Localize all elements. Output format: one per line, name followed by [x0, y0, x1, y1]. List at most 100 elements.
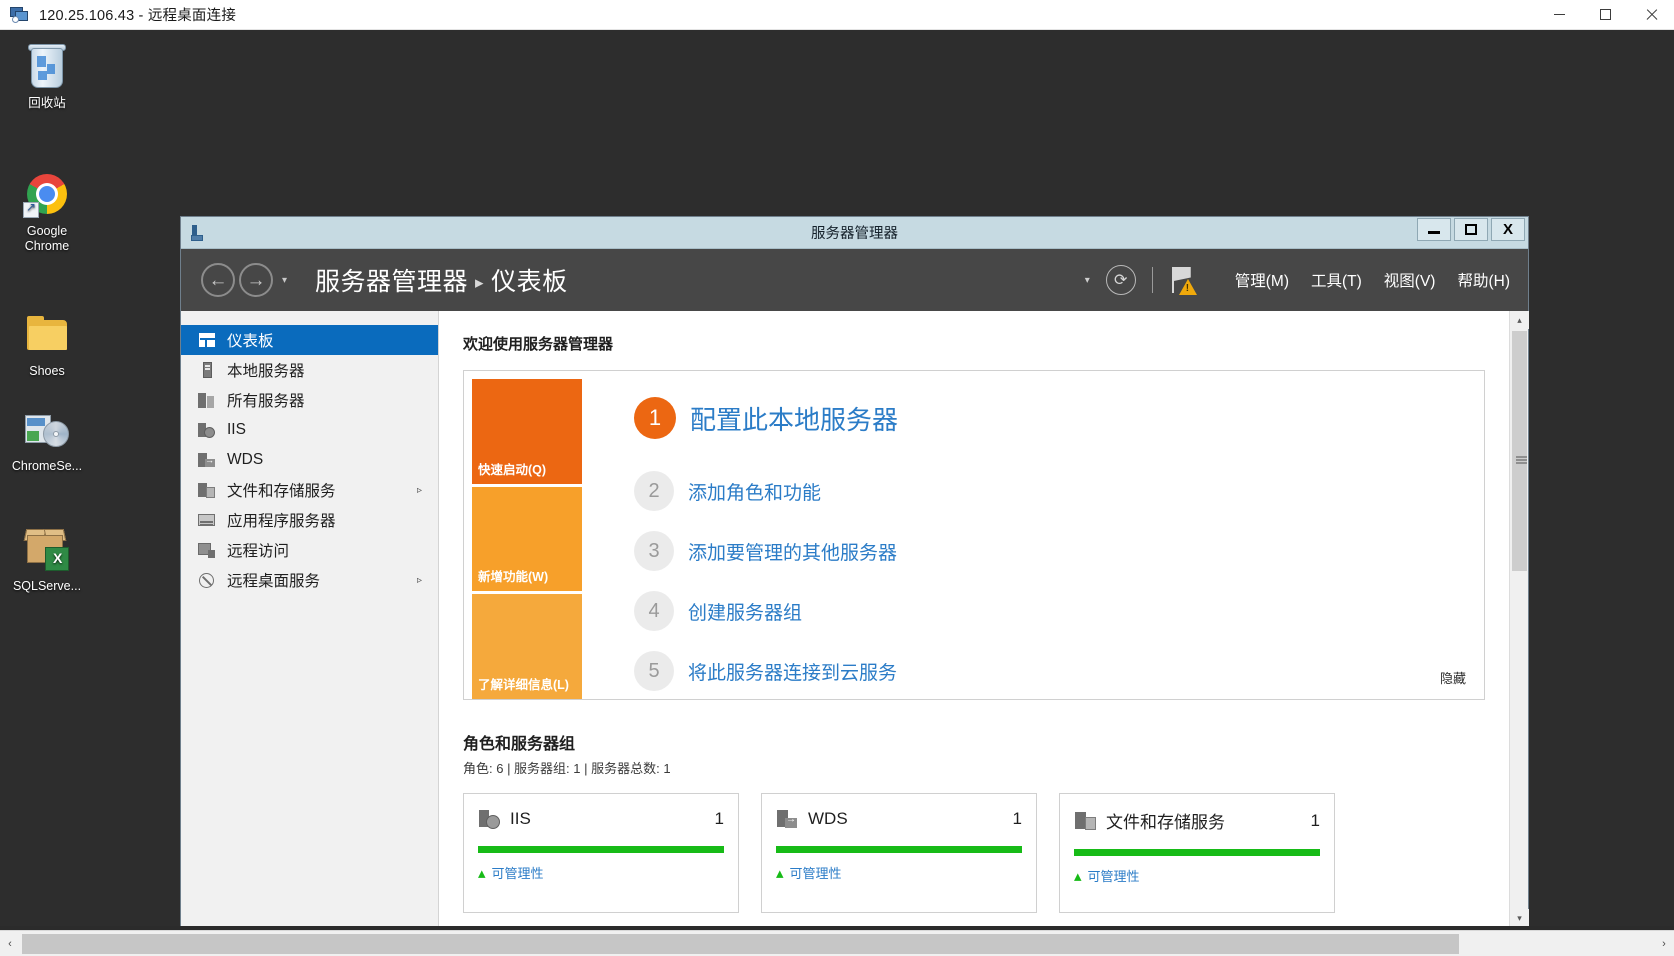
sidebar-item-label: 本地服务器	[227, 363, 305, 380]
role-status-bar	[1074, 849, 1320, 856]
role-tile-header: WDS 1	[776, 808, 1022, 830]
sidebar-item-dashboard[interactable]: 仪表板	[181, 325, 438, 355]
role-status-row[interactable]: ▴ 可管理性	[1074, 866, 1320, 885]
notifications-flag-button[interactable]	[1169, 265, 1197, 295]
step-label[interactable]: 将此服务器连接到云服务	[688, 658, 897, 685]
step-number: 4	[634, 591, 674, 631]
server-manager-title: 服务器管理器	[811, 226, 898, 242]
scroll-down-button[interactable]: ▾	[1510, 909, 1529, 926]
iis-icon	[478, 808, 502, 830]
chevron-down-icon[interactable]: ▾	[282, 275, 287, 286]
breadcrumb-root[interactable]: 服务器管理器	[315, 268, 468, 296]
role-tile-name: 文件和存储服务	[1106, 813, 1225, 832]
remote-access-icon	[197, 541, 217, 559]
scrollbar-thumb[interactable]	[1512, 331, 1527, 571]
desktop-icon-label: 回收站	[28, 96, 66, 110]
scrollbar-track[interactable]	[20, 930, 1654, 956]
vertical-scrollbar[interactable]: ▴ ▾	[1509, 311, 1529, 926]
sidebar-item-iis[interactable]: IIS	[181, 415, 438, 445]
chevron-down-icon[interactable]: ▾	[1085, 275, 1090, 286]
desktop-icon-chrome-setup[interactable]: ChromeSe...	[4, 405, 90, 474]
chevron-up-icon: ▴	[776, 864, 784, 882]
sidebar-item-remote-access[interactable]: 远程访问	[181, 535, 438, 565]
step-add-other-servers[interactable]: 3 添加要管理的其他服务器	[634, 531, 1484, 571]
step-create-server-group[interactable]: 4 创建服务器组	[634, 591, 1484, 631]
recycle-bin-icon	[23, 42, 71, 90]
menu-tools[interactable]: 工具(T)	[1311, 269, 1362, 291]
scroll-left-button[interactable]: ‹	[0, 931, 20, 956]
forward-button[interactable]: →	[239, 263, 273, 297]
back-button[interactable]: ←	[201, 263, 235, 297]
sqlserver-package-icon	[23, 525, 71, 573]
sidebar-item-all-servers[interactable]: 所有服务器	[181, 385, 438, 415]
maximize-icon	[1599, 9, 1611, 20]
chevron-right-icon[interactable]: ▹	[417, 485, 422, 496]
minimize-icon	[1553, 14, 1565, 15]
rdp-minimize-button[interactable]	[1536, 0, 1582, 30]
app-server-icon	[197, 511, 217, 529]
role-status-row[interactable]: ▴ 可管理性	[478, 863, 724, 882]
role-tile-iis[interactable]: IIS 1 ▴ 可管理性	[463, 793, 739, 913]
desktop-icon-shoes-folder[interactable]: Shoes	[4, 310, 90, 379]
whats-new-block[interactable]: 新增功能(W)	[472, 486, 582, 592]
scrollbar-thumb[interactable]	[22, 933, 1459, 954]
all-servers-icon	[197, 391, 217, 409]
scroll-right-button[interactable]: ›	[1654, 931, 1674, 956]
step-label[interactable]: 添加角色和功能	[688, 478, 821, 505]
breadcrumb-current: 仪表板	[491, 268, 568, 296]
sidebar-item-application-server[interactable]: 应用程序服务器	[181, 505, 438, 535]
chevron-right-icon[interactable]: ▹	[417, 575, 422, 586]
remote-desktop-window: 120.25.106.43 - 远程桌面连接 回收站 Google Chrome	[0, 0, 1674, 956]
step-configure-local-server[interactable]: 1 配置此本地服务器	[634, 397, 1484, 439]
menu-manage[interactable]: 管理(M)	[1235, 269, 1289, 291]
desktop-icon-google-chrome[interactable]: Google Chrome	[4, 170, 90, 254]
step-label[interactable]: 配置此本地服务器	[690, 400, 898, 437]
step-add-roles-and-features[interactable]: 2 添加角色和功能	[634, 471, 1484, 511]
rdp-horizontal-scrollbar[interactable]: ‹ ›	[0, 930, 1674, 956]
remote-desktop-services-icon	[197, 571, 217, 589]
scroll-up-button[interactable]: ▴	[1510, 311, 1529, 329]
sidebar-item-local-server[interactable]: 本地服务器	[181, 355, 438, 385]
menu-view[interactable]: 视图(V)	[1384, 269, 1436, 291]
refresh-icon: ⟳	[1114, 272, 1128, 289]
sidebar-item-file-and-storage-services[interactable]: 文件和存储服务 ▹	[181, 475, 438, 505]
refresh-button[interactable]: ⟳	[1105, 265, 1136, 295]
step-label[interactable]: 添加要管理的其他服务器	[688, 538, 897, 565]
role-tile-file-and-storage-services[interactable]: 文件和存储服务 1 ▴ 可管理性	[1059, 793, 1335, 913]
sidebar-item-label: WDS	[227, 451, 264, 468]
sidebar-item-remote-desktop-services[interactable]: 远程桌面服务 ▹	[181, 565, 438, 595]
role-status-bar	[478, 846, 724, 853]
desktop-icon-label: Google	[26, 224, 68, 238]
sm-maximize-button[interactable]	[1454, 217, 1488, 241]
sidebar: 仪表板 本地服务器 所有服务器 IIS → WDS 文件和存储服务 ▹ 应用程序…	[181, 311, 439, 926]
role-tile-name: IIS	[510, 809, 531, 828]
sidebar-item-label: 仪表板	[227, 333, 274, 350]
menu-help[interactable]: 帮助(H)	[1457, 269, 1510, 291]
role-tiles: IIS 1 ▴ 可管理性 → WDS 1 ▴ 可管理性 文件和存储服务 1 ▴ …	[463, 793, 1509, 913]
role-status-label: 可管理性	[1087, 869, 1140, 884]
rdp-close-button[interactable]	[1628, 0, 1674, 30]
sm-minimize-button[interactable]	[1417, 217, 1451, 241]
step-number: 5	[634, 651, 674, 691]
role-status-row[interactable]: ▴ 可管理性	[776, 863, 1022, 882]
maximize-icon	[1465, 223, 1477, 235]
desktop-icon-recycle-bin[interactable]: 回收站	[4, 42, 90, 111]
forward-arrow-icon: →	[246, 269, 266, 291]
sm-close-button[interactable]: X	[1491, 217, 1525, 241]
rdp-maximize-button[interactable]	[1582, 0, 1628, 30]
step-connect-to-cloud-services[interactable]: 5 将此服务器连接到云服务	[634, 651, 1484, 691]
learn-more-block[interactable]: 了解详细信息(L)	[472, 594, 582, 700]
file-storage-icon	[197, 481, 217, 499]
sidebar-item-label: 远程桌面服务	[227, 573, 321, 590]
hide-link[interactable]: 隐藏	[1440, 668, 1466, 687]
role-tile-wds[interactable]: WDS 1 ▴ 可管理性	[761, 793, 1037, 913]
close-icon: X	[1502, 220, 1513, 238]
server-manager-body: 仪表板 本地服务器 所有服务器 IIS → WDS 文件和存储服务 ▹ 应用程序…	[181, 311, 1529, 926]
roles-section-summary: 角色: 6 | 服务器组: 1 | 服务器总数: 1	[463, 761, 671, 776]
sidebar-item-wds[interactable]: WDS	[181, 445, 438, 475]
step-label[interactable]: 创建服务器组	[688, 598, 802, 625]
desktop: 回收站 Google Chrome Shoes ChromeSe...	[0, 30, 1674, 926]
warning-badge-icon	[1178, 279, 1197, 295]
quick-start-block[interactable]: 快速启动(Q)	[472, 379, 582, 484]
desktop-icon-sqlserver[interactable]: SQLServe...	[4, 525, 90, 594]
